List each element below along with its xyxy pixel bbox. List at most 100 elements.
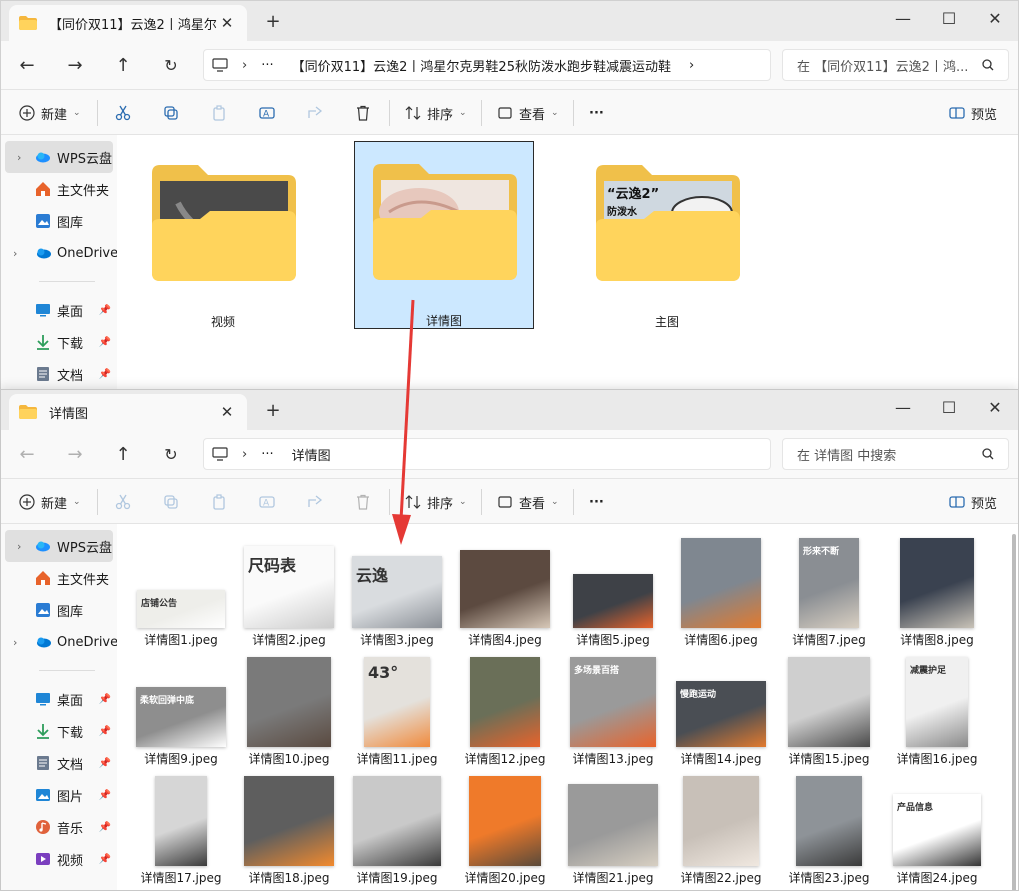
back-button[interactable]: ←: [13, 440, 41, 468]
sidebar-item-documents[interactable]: 文档 📌: [1, 747, 117, 779]
tab-close-icon[interactable]: ✕: [217, 403, 237, 421]
file-item[interactable]: 多场景百搭 详情图13.jpeg: [559, 651, 667, 769]
delete-button[interactable]: [355, 490, 377, 514]
file-item[interactable]: 尺码表 详情图2.jpeg: [235, 532, 343, 650]
rename-button[interactable]: A: [259, 490, 281, 514]
file-item[interactable]: 详情图4.jpeg: [451, 532, 559, 650]
expand-chevron-icon[interactable]: ›: [17, 540, 21, 553]
up-button[interactable]: ↑: [109, 440, 137, 468]
sidebar-item-onedrive[interactable]: › OneDrive: [1, 626, 118, 658]
file-item[interactable]: 详情图5.jpeg: [559, 532, 667, 650]
breadcrumb-overflow-icon[interactable]: ···: [261, 447, 273, 462]
sidebar-item-documents[interactable]: 文档 📌: [1, 358, 117, 390]
breadcrumb-chevron-icon[interactable]: ›: [242, 58, 247, 73]
sidebar-item-desktop[interactable]: 桌面 📌: [1, 683, 117, 715]
share-button[interactable]: [307, 490, 329, 514]
file-item[interactable]: 详情图17.jpeg: [127, 770, 235, 888]
preview-button[interactable]: 预览: [949, 101, 997, 125]
sidebar-item-gallery[interactable]: 图库: [1, 594, 117, 626]
expand-chevron-icon[interactable]: ›: [17, 151, 21, 164]
file-item[interactable]: 详情图22.jpeg: [667, 770, 775, 888]
new-tab-button[interactable]: +: [263, 11, 283, 32]
breadcrumb-overflow-icon[interactable]: ···: [261, 58, 273, 73]
sidebar-item-videos[interactable]: 视频 📌: [1, 843, 117, 875]
search-box[interactable]: 在 【同价双11】云逸2丨鸿...: [782, 49, 1009, 81]
minimize-button[interactable]: —: [880, 3, 926, 33]
file-item[interactable]: 详情图23.jpeg: [775, 770, 883, 888]
sidebar-item-music[interactable]: 音乐 📌: [1, 811, 117, 843]
paste-button[interactable]: [211, 490, 233, 514]
file-item[interactable]: 云逸 详情图3.jpeg: [343, 532, 451, 650]
expand-chevron-icon[interactable]: ›: [13, 636, 17, 649]
sidebar-item-downloads[interactable]: 下载 📌: [1, 715, 117, 747]
paste-button[interactable]: [211, 101, 233, 125]
file-item[interactable]: 43° 详情图11.jpeg: [343, 651, 451, 769]
copy-button[interactable]: [163, 101, 185, 125]
address-bar[interactable]: › ··· 详情图: [203, 438, 771, 470]
maximize-button[interactable]: ☐: [926, 3, 972, 33]
breadcrumb-chevron-icon[interactable]: ›: [689, 58, 694, 73]
cut-button[interactable]: [115, 101, 137, 125]
folder-item-detail[interactable]: 详情图: [354, 141, 534, 329]
close-window-button[interactable]: ✕: [972, 3, 1018, 33]
minimize-button[interactable]: —: [880, 392, 926, 422]
new-button[interactable]: 新建 ⌄: [19, 490, 81, 514]
file-item[interactable]: 详情图10.jpeg: [235, 651, 343, 769]
sidebar-item-downloads[interactable]: 下载 📌: [1, 326, 117, 358]
file-item[interactable]: 详情图8.jpeg: [883, 532, 991, 650]
more-options-button[interactable]: ···: [589, 101, 604, 125]
file-item[interactable]: 详情图6.jpeg: [667, 532, 775, 650]
pin-icon[interactable]: 📌: [99, 305, 111, 316]
pin-icon[interactable]: 📌: [99, 694, 111, 705]
search-box[interactable]: 在 详情图 中搜索: [782, 438, 1009, 470]
up-button[interactable]: ↑: [109, 51, 137, 79]
file-item[interactable]: 形来不断 详情图7.jpeg: [775, 532, 883, 650]
sidebar-item-home[interactable]: 主文件夹: [1, 173, 117, 205]
sidebar-item-home[interactable]: 主文件夹: [1, 562, 117, 594]
new-tab-button[interactable]: +: [263, 400, 283, 421]
file-item[interactable]: 详情图12.jpeg: [451, 651, 559, 769]
sort-button[interactable]: 排序 ⌄: [405, 490, 467, 514]
breadcrumb-current[interactable]: 详情图: [292, 445, 331, 464]
pin-icon[interactable]: 📌: [99, 822, 111, 833]
delete-button[interactable]: [355, 101, 377, 125]
expand-chevron-icon[interactable]: ›: [13, 247, 17, 260]
address-bar[interactable]: › ··· 【同价双11】云逸2丨鸿星尔克男鞋25秋防泼水跑步鞋减震运动鞋 ›: [203, 49, 771, 81]
folder-item-main-image[interactable]: “云逸2” 防泼水 主图: [577, 143, 757, 331]
sidebar-item-gallery[interactable]: 图库: [1, 205, 117, 237]
file-item[interactable]: 减震护足 详情图16.jpeg: [883, 651, 991, 769]
file-item[interactable]: 慢跑运动 详情图14.jpeg: [667, 651, 775, 769]
breadcrumb-current[interactable]: 【同价双11】云逸2丨鸿星尔克男鞋25秋防泼水跑步鞋减震运动鞋: [292, 56, 671, 75]
forward-button[interactable]: →: [61, 51, 89, 79]
sidebar-item-wps-cloud[interactable]: › WPS云盘: [5, 530, 113, 562]
pin-icon[interactable]: 📌: [99, 790, 111, 801]
tab-close-icon[interactable]: ✕: [217, 14, 237, 32]
maximize-button[interactable]: ☐: [926, 392, 972, 422]
close-window-button[interactable]: ✕: [972, 392, 1018, 422]
view-button[interactable]: 查看 ⌄: [497, 101, 559, 125]
refresh-button[interactable]: ↻: [157, 440, 185, 468]
view-button[interactable]: 查看 ⌄: [497, 490, 559, 514]
breadcrumb-chevron-icon[interactable]: ›: [242, 447, 247, 462]
sort-button[interactable]: 排序 ⌄: [405, 101, 467, 125]
more-options-button[interactable]: ···: [589, 490, 604, 514]
preview-button[interactable]: 预览: [949, 490, 997, 514]
file-item[interactable]: 店铺公告 详情图1.jpeg: [127, 532, 235, 650]
share-button[interactable]: [307, 101, 329, 125]
sidebar-item-desktop[interactable]: 桌面 📌: [1, 294, 117, 326]
cut-button[interactable]: [115, 490, 137, 514]
pin-icon[interactable]: 📌: [99, 369, 111, 380]
new-button[interactable]: 新建 ⌄: [19, 101, 81, 125]
sidebar-item-wps-cloud[interactable]: › WPS云盘: [5, 141, 113, 173]
file-item[interactable]: 详情图20.jpeg: [451, 770, 559, 888]
file-item[interactable]: 详情图21.jpeg: [559, 770, 667, 888]
vertical-scrollbar[interactable]: [1012, 534, 1016, 890]
tab-active[interactable]: 详情图 ✕: [9, 394, 247, 430]
file-item[interactable]: 详情图18.jpeg: [235, 770, 343, 888]
sidebar-item-onedrive[interactable]: › OneDrive: [1, 237, 118, 269]
file-item[interactable]: 产品信息 详情图24.jpeg: [883, 770, 991, 888]
file-item[interactable]: 详情图19.jpeg: [343, 770, 451, 888]
rename-button[interactable]: A: [259, 101, 281, 125]
sidebar-item-pictures[interactable]: 图片 📌: [1, 779, 117, 811]
back-button[interactable]: ←: [13, 51, 41, 79]
